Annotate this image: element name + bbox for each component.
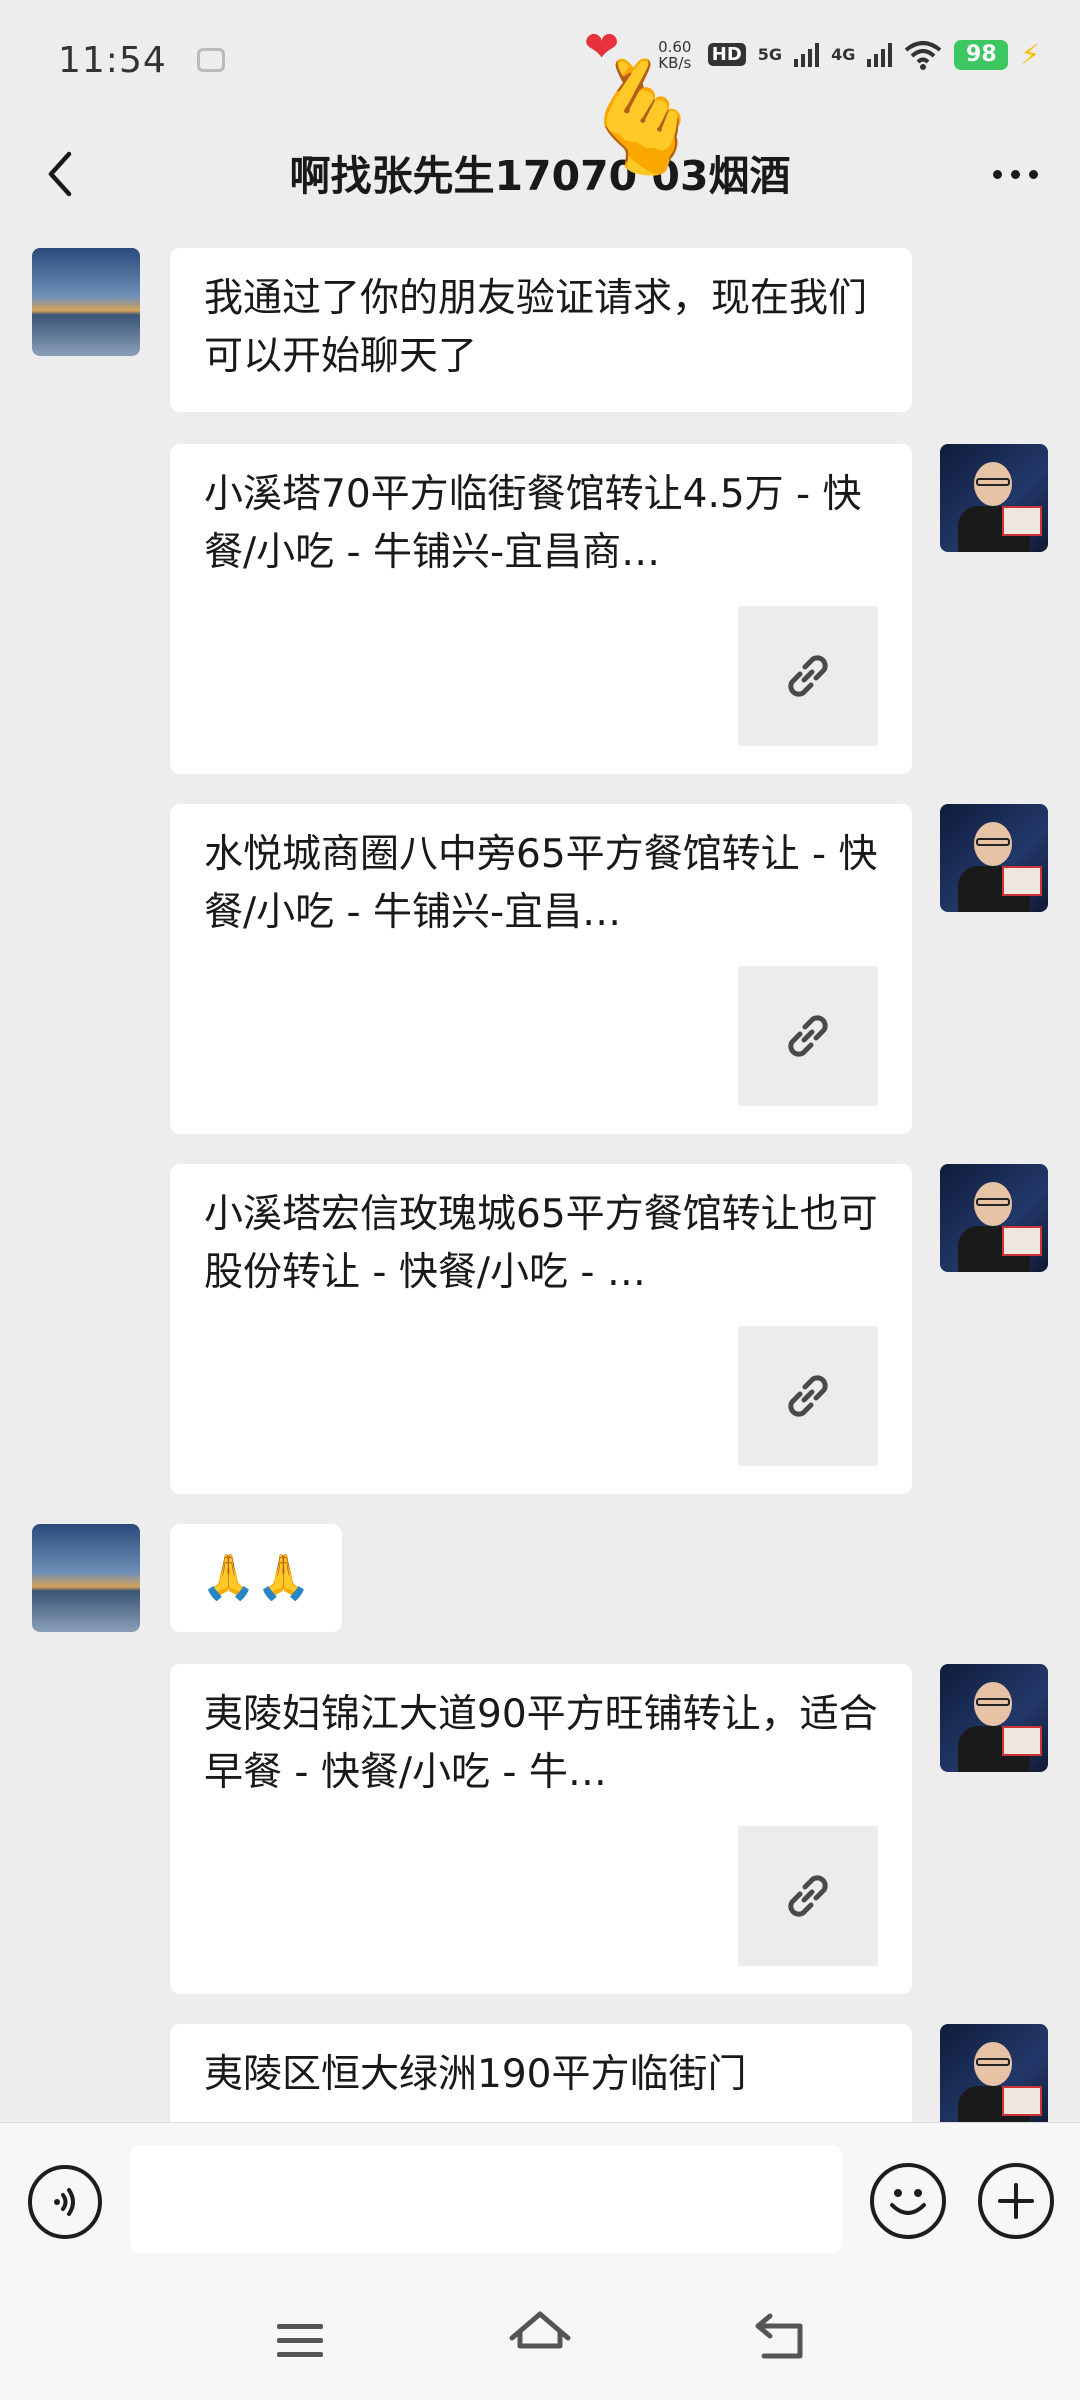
avatar[interactable]	[940, 1164, 1048, 1272]
avatar[interactable]	[940, 1664, 1048, 1772]
more-dot	[992, 169, 1002, 179]
avatar[interactable]	[940, 2024, 1048, 2122]
link-icon	[788, 1015, 828, 1057]
message-row: 夷陵妇锦江大道90平方旺铺转让，适合早餐 - 快餐/小吃 - 牛…	[0, 1664, 1080, 1994]
link-thumbnail[interactable]	[738, 966, 878, 1106]
signal-bars-2-icon	[867, 42, 893, 67]
message-bubble[interactable]: 🙏🙏	[170, 1524, 342, 1632]
charging-bolt-icon: ⚡	[1020, 38, 1040, 71]
chat-messages[interactable]: 我通过了你的朋友验证请求，现在我们可以开始聊天了 小溪塔70平方临街餐馆转让4.…	[0, 228, 1080, 2122]
emoji-icon	[890, 2189, 926, 2215]
link-icon	[788, 655, 828, 697]
nav-home-button[interactable]	[506, 2306, 574, 2370]
link-icon	[788, 1375, 828, 1417]
more-button[interactable]	[980, 144, 1050, 204]
more-dot	[1010, 169, 1020, 179]
nav-back-button[interactable]	[750, 2306, 810, 2366]
avatar[interactable]	[32, 248, 140, 356]
message-row: 小溪塔70平方临街餐馆转让4.5万 - 快餐/小吃 - 牛铺兴-宜昌商…	[0, 444, 1080, 774]
praying-hands-emoji: 🙏🙏	[201, 1552, 311, 1603]
chat-title: 啊找张先生17070 03烟酒	[289, 152, 791, 200]
input-bar	[0, 2122, 1080, 2278]
wifi-icon	[905, 40, 942, 70]
message-row: 我通过了你的朋友验证请求，现在我们可以开始聊天了	[0, 248, 1080, 412]
network-4g-label: 4G	[831, 45, 856, 64]
link-title: 水悦城商圈八中旁65平方餐馆转让 - 快餐/小吃 - 牛铺兴-宜昌…	[204, 832, 878, 935]
link-title: 小溪塔宏信玫瑰城65平方餐馆转让也可股份转让 - 快餐/小吃 - …	[204, 1192, 878, 1295]
network-5g-label: 5G	[757, 45, 783, 64]
plus-button[interactable]	[978, 2163, 1054, 2239]
message-text: 我通过了你的朋友验证请求，现在我们可以开始聊天了	[204, 276, 868, 379]
status-time: 11:54	[58, 39, 167, 81]
emoji-button[interactable]	[870, 2163, 946, 2239]
message-bubble[interactable]: 我通过了你的朋友验证请求，现在我们可以开始聊天了	[170, 248, 912, 412]
link-thumbnail[interactable]	[738, 1326, 878, 1466]
link-title: 小溪塔70平方临街餐馆转让4.5万 - 快餐/小吃 - 牛铺兴-宜昌商…	[204, 472, 862, 575]
link-title: 夷陵区恒大绿洲190平方临街门	[204, 2052, 747, 2097]
status-indicators: 0.60 KB/s HD 5G 4G 98 ⚡	[654, 38, 1040, 71]
message-row: 水悦城商圈八中旁65平方餐馆转让 - 快餐/小吃 - 牛铺兴-宜昌…	[0, 804, 1080, 1134]
link-message-bubble[interactable]: 小溪塔宏信玫瑰城65平方餐馆转让也可股份转让 - 快餐/小吃 - …	[170, 1164, 912, 1494]
avatar[interactable]	[940, 444, 1048, 552]
avatar[interactable]	[940, 804, 1048, 912]
message-notification-icon	[196, 48, 225, 72]
link-thumbnail[interactable]	[738, 606, 878, 746]
link-message-bubble[interactable]: 夷陵区恒大绿洲190平方临街门	[170, 2024, 912, 2122]
link-title: 夷陵妇锦江大道90平方旺铺转让，适合早餐 - 快餐/小吃 - 牛…	[204, 1692, 878, 1795]
hd-badge: HD	[707, 43, 746, 66]
message-input[interactable]	[130, 2145, 842, 2253]
battery-indicator: 98	[954, 39, 1009, 70]
nav-menu-button[interactable]	[270, 2310, 330, 2370]
link-icon	[788, 1875, 828, 1917]
title-bar: 啊找张先生17070 03烟酒	[0, 120, 1080, 228]
finger-heart-sticker-icon: 🫰	[574, 53, 711, 181]
message-row: 夷陵区恒大绿洲190平方临街门	[0, 2024, 1080, 2122]
link-message-bubble[interactable]: 夷陵妇锦江大道90平方旺铺转让，适合早餐 - 快餐/小吃 - 牛…	[170, 1664, 912, 1994]
more-dot	[1028, 169, 1038, 179]
signal-bars-icon	[794, 42, 820, 67]
link-thumbnail[interactable]	[738, 1826, 878, 1966]
voice-icon	[54, 2188, 75, 2216]
link-message-bubble[interactable]: 小溪塔70平方临街餐馆转让4.5万 - 快餐/小吃 - 牛铺兴-宜昌商…	[170, 444, 912, 774]
message-row: 🙏🙏	[0, 1524, 1080, 1632]
system-nav-bar	[0, 2278, 1080, 2400]
message-row: 小溪塔宏信玫瑰城65平方餐馆转让也可股份转让 - 快餐/小吃 - …	[0, 1164, 1080, 1494]
avatar[interactable]	[32, 1524, 140, 1632]
link-message-bubble[interactable]: 水悦城商圈八中旁65平方餐馆转让 - 快餐/小吃 - 牛铺兴-宜昌…	[170, 804, 912, 1134]
plus-icon	[998, 2183, 1034, 2219]
voice-button[interactable]	[28, 2165, 102, 2239]
